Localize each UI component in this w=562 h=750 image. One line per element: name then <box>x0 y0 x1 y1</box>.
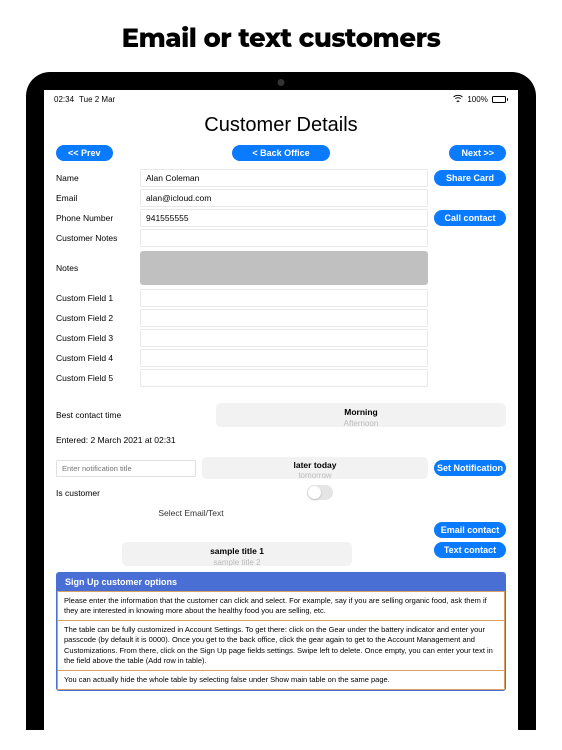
tablet-frame: 02:34 Tue 2 Mar 100% Customer Details <<… <box>26 72 536 730</box>
notification-title-input[interactable] <box>56 460 196 477</box>
picker-next: tomorrow <box>202 471 428 479</box>
custom2-label: Custom Field 2 <box>56 313 134 323</box>
customer-notes-label: Customer Notes <box>56 233 134 243</box>
nav-row: << Prev < Back Office Next >> <box>44 145 518 169</box>
name-label: Name <box>56 173 134 183</box>
options-paragraph: The table can be fully customized in Acc… <box>57 621 505 671</box>
options-paragraph: You can actually hide the whole table by… <box>57 671 505 690</box>
notification-time-picker[interactable]: later today tomorrow <box>202 457 428 479</box>
status-time: 02:34 <box>54 95 74 104</box>
set-notification-button[interactable]: Set Notification <box>434 460 506 476</box>
notes-area[interactable] <box>140 251 428 285</box>
email-field[interactable] <box>140 189 428 207</box>
share-card-button[interactable]: Share Card <box>434 170 506 186</box>
picker-next: Afternoon <box>216 419 506 427</box>
is-customer-toggle[interactable] <box>307 485 333 500</box>
text-contact-button[interactable]: Text contact <box>434 542 506 558</box>
wifi-icon <box>453 94 463 104</box>
back-office-button[interactable]: < Back Office <box>232 145 329 161</box>
contact-time-picker[interactable]: Morning Afternoon <box>216 403 506 427</box>
page-title: Customer Details <box>44 108 518 145</box>
status-date: Tue 2 Mar <box>79 95 115 104</box>
best-contact-time-label: Best contact time <box>56 410 206 420</box>
custom3-label: Custom Field 3 <box>56 333 134 343</box>
battery-percent: 100% <box>467 95 487 104</box>
signup-options-box: Sign Up customer options Please enter th… <box>56 572 506 691</box>
name-field[interactable] <box>140 169 428 187</box>
email-contact-button[interactable]: Email contact <box>434 522 506 538</box>
custom1-label: Custom Field 1 <box>56 293 134 303</box>
sample-title-picker[interactable]: sample title 1 sample title 2 <box>122 542 352 566</box>
phone-label: Phone Number <box>56 213 134 223</box>
custom5-field[interactable] <box>140 369 428 387</box>
entered-timestamp: Entered: 2 March 2021 at 02:31 <box>56 435 506 445</box>
next-button[interactable]: Next >> <box>449 145 506 161</box>
custom4-field[interactable] <box>140 349 428 367</box>
marketing-headline: Email or text customers <box>0 0 562 72</box>
phone-field[interactable] <box>140 209 428 227</box>
battery-icon <box>492 96 508 103</box>
toggle-knob <box>308 486 321 499</box>
notes-label: Notes <box>56 263 134 273</box>
email-label: Email <box>56 193 134 203</box>
picker-next: sample title 2 <box>122 558 352 566</box>
custom4-label: Custom Field 4 <box>56 353 134 363</box>
signup-options-header: Sign Up customer options <box>57 573 505 591</box>
call-contact-button[interactable]: Call contact <box>434 210 506 226</box>
custom3-field[interactable] <box>140 329 428 347</box>
status-bar: 02:34 Tue 2 Mar 100% <box>44 90 518 108</box>
select-email-text-label: Select Email/Text <box>56 508 326 518</box>
customer-notes-field[interactable] <box>140 229 428 247</box>
custom5-label: Custom Field 5 <box>56 373 134 383</box>
picker-selected: Morning <box>216 407 506 417</box>
screen: 02:34 Tue 2 Mar 100% Customer Details <<… <box>44 90 518 730</box>
prev-button[interactable]: << Prev <box>56 145 113 161</box>
is-customer-label: Is customer <box>56 488 206 498</box>
custom2-field[interactable] <box>140 309 428 327</box>
picker-selected: sample title 1 <box>122 546 352 556</box>
options-paragraph: Please enter the information that the cu… <box>57 591 505 621</box>
picker-selected: later today <box>202 460 428 470</box>
camera-icon <box>278 79 285 86</box>
custom1-field[interactable] <box>140 289 428 307</box>
